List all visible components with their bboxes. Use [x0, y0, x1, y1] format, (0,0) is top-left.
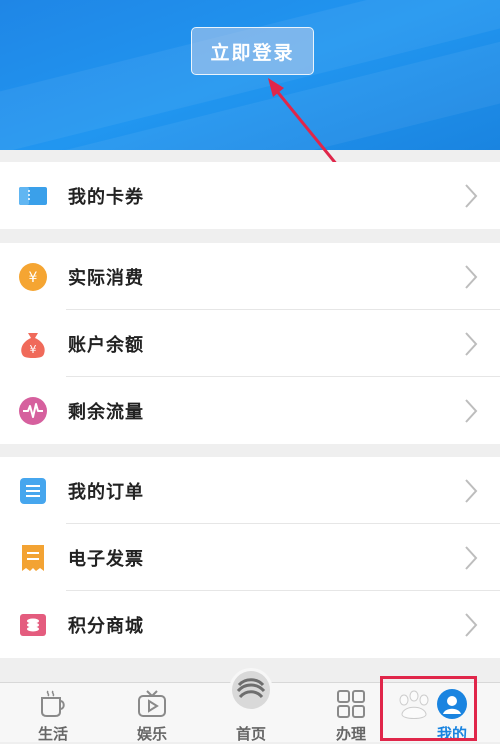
- menu-item-actual-consumption[interactable]: ¥ 实际消费: [0, 243, 500, 310]
- section-orders: 我的订单 电子发票 积分商城: [0, 457, 500, 658]
- chevron-right-icon: [465, 183, 478, 208]
- menu-item-coupons[interactable]: 我的卡券: [0, 162, 500, 229]
- menu-item-label: 积分商城: [68, 615, 144, 637]
- chevron-right-icon: [465, 478, 478, 503]
- svg-text:¥: ¥: [29, 270, 38, 286]
- section-coupons: 我的卡券: [0, 162, 500, 229]
- invoice-icon: [22, 544, 44, 571]
- menu-item-label: 账户余额: [68, 334, 144, 356]
- chevron-right-icon: [465, 612, 478, 637]
- menu-item-my-orders[interactable]: 我的订单: [0, 457, 500, 524]
- signal-wave-icon: [19, 396, 47, 425]
- svg-text:¥: ¥: [30, 343, 37, 356]
- chevron-right-icon: [465, 264, 478, 289]
- order-list-icon: [20, 477, 46, 504]
- profile-header: 立即登录: [0, 0, 500, 150]
- yen-coin-icon: ¥: [19, 262, 47, 291]
- chevron-right-icon: [465, 398, 478, 423]
- menu-item-points-mall[interactable]: 积分商城: [0, 591, 500, 658]
- login-button[interactable]: 立即登录: [191, 27, 314, 75]
- tab-handle[interactable]: 办理: [306, 683, 396, 743]
- points-mall-icon: [20, 613, 46, 636]
- tv-play-icon: [138, 690, 166, 717]
- home-logo[interactable]: [229, 668, 273, 712]
- china-mobile-logo-icon: [232, 671, 270, 709]
- tab-life[interactable]: 生活: [8, 683, 98, 743]
- chevron-right-icon: [465, 545, 478, 570]
- chevron-right-icon: [465, 331, 478, 356]
- user-avatar-icon: [437, 689, 467, 719]
- menu-item-e-invoice[interactable]: 电子发票: [0, 524, 500, 591]
- menu-item-label: 我的卡券: [68, 186, 144, 208]
- tab-mine[interactable]: 我的: [407, 683, 497, 743]
- menu-item-label: 电子发票: [68, 548, 144, 570]
- ticket-icon: [19, 186, 47, 205]
- menu-item-account-balance[interactable]: ¥ 账户余额: [0, 310, 500, 377]
- section-account: ¥ 实际消费 ¥ 账户余额 剩余流量: [0, 243, 500, 444]
- menu-item-label: 实际消费: [68, 267, 144, 289]
- menu-item-label: 我的订单: [68, 481, 144, 503]
- money-bag-icon: ¥: [21, 332, 45, 358]
- tab-entertainment[interactable]: 娱乐: [107, 683, 197, 743]
- coffee-cup-icon: [41, 690, 65, 717]
- menu-item-remaining-data[interactable]: 剩余流量: [0, 377, 500, 444]
- grid-apps-icon: [337, 690, 365, 718]
- menu-item-label: 剩余流量: [68, 401, 144, 423]
